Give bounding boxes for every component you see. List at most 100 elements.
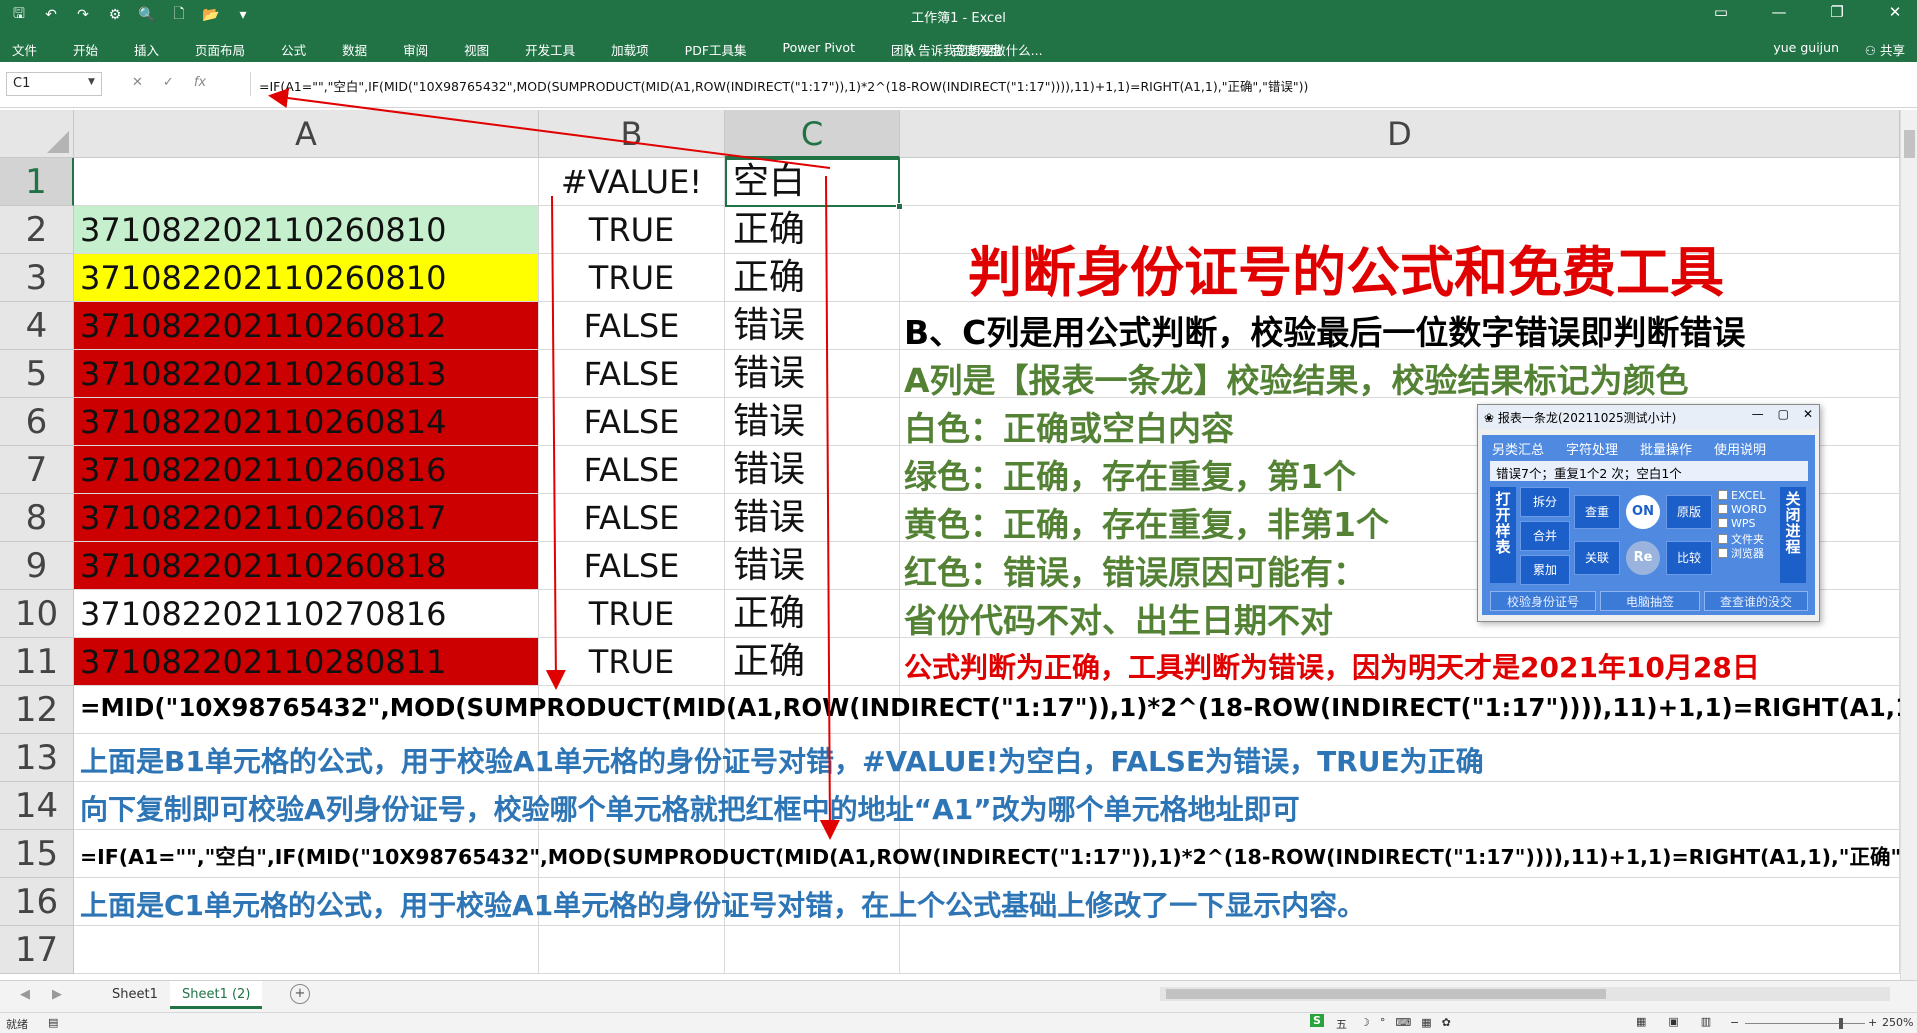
cell-b17[interactable] [539,926,725,974]
cell-a8[interactable]: 371082202110260817 [74,494,539,542]
insert-function-icon[interactable]: fx [194,75,206,90]
cell-b3[interactable]: TRUE [539,254,725,302]
cell-b2[interactable]: TRUE [539,206,725,254]
scroll-thumb[interactable] [1904,130,1915,158]
column-header-a[interactable]: A [74,110,539,158]
ime-toolbar-icons[interactable]: ☽°⌨▦✿ [1360,1016,1461,1029]
check-browser[interactable]: 浏览器 [1718,545,1764,561]
row-header-6[interactable]: 6 [0,398,74,446]
cell-c8[interactable]: 错误 [725,494,900,542]
cell-a5[interactable]: 371082202110260813 [74,350,539,398]
menu-text-processing[interactable]: 字符处理 [1566,439,1618,458]
tab-page-layout[interactable]: 页面布局 [195,40,245,59]
tell-me-search[interactable]: ♀ 告诉我您想要做什么... [905,40,1043,59]
cell-b5[interactable]: FALSE [539,350,725,398]
zoom-out-icon[interactable]: − [1730,1016,1739,1029]
cell-b11[interactable]: TRUE [539,638,725,686]
tool-minimize-icon[interactable]: — [1752,407,1764,421]
cell-a4[interactable]: 371082202110260812 [74,302,539,350]
accumulate-button[interactable]: 累加 [1520,555,1570,585]
cell-b1[interactable]: #VALUE! [539,158,725,206]
user-name[interactable]: yue guijun [1773,40,1839,55]
row-header-17[interactable]: 17 [0,926,74,974]
cell-a9[interactable]: 371082202110260818 [74,542,539,590]
cell-c2[interactable]: 正确 [725,206,900,254]
next-sheet-icon[interactable]: ▶ [52,987,62,1002]
sheet-tab-sheet1-2[interactable]: Sheet1 (2) [170,981,263,1009]
cell-c17[interactable] [725,926,900,974]
add-sheet-icon[interactable]: + [290,984,310,1004]
cell-c4[interactable]: 错误 [725,302,900,350]
cell-b7[interactable]: FALSE [539,446,725,494]
row-header-5[interactable]: 5 [0,350,74,398]
tab-review[interactable]: 审阅 [403,40,428,59]
enter-icon[interactable]: ✓ [163,75,174,90]
ime-mode[interactable]: 五 [1336,1016,1347,1032]
tab-developer[interactable]: 开发工具 [525,40,575,59]
zoom-slider[interactable] [1745,1018,1865,1029]
macro-record-icon[interactable]: ▤ [48,1016,58,1029]
cell-a17[interactable] [74,926,539,974]
share-button[interactable]: ⚇ 共享 [1865,40,1905,59]
cell-a2[interactable]: 371082202110260810 [74,206,539,254]
cell-c3[interactable]: 正确 [725,254,900,302]
formula-input[interactable]: =IF(A1="","空白",IF(MID("10X98765432",MOD(… [250,72,1900,96]
cell-b8[interactable]: FALSE [539,494,725,542]
row-header-8[interactable]: 8 [0,494,74,542]
merge-button[interactable]: 合并 [1520,521,1570,551]
cell-a6[interactable]: 371082202110260814 [74,398,539,446]
cell-a11[interactable]: 371082202110280811 [74,638,539,686]
cell-c10[interactable]: 正确 [725,590,900,638]
cell-a7[interactable]: 371082202110260816 [74,446,539,494]
cell-b9[interactable]: FALSE [539,542,725,590]
re-button[interactable]: Re [1626,541,1660,575]
row-header-9[interactable]: 9 [0,542,74,590]
menu-alt-summary[interactable]: 另类汇总 [1492,439,1544,458]
cell-d1[interactable] [900,158,1900,206]
cell-a10[interactable]: 371082202110270816 [74,590,539,638]
row-header-3[interactable]: 3 [0,254,74,302]
cell-c5[interactable]: 错误 [725,350,900,398]
cell-c6[interactable]: 错误 [725,398,900,446]
on-toggle-button[interactable]: ON [1626,495,1660,529]
horizontal-scroll-thumb[interactable] [1166,989,1606,999]
menu-batch-operations[interactable]: 批量操作 [1640,439,1692,458]
check-word[interactable]: WORD [1718,503,1767,516]
sheet-tab-sheet1[interactable]: Sheet1 [100,981,170,1009]
view-mode-icons[interactable]: ▦▣▥ [1636,1015,1733,1028]
row-header-4[interactable]: 4 [0,302,74,350]
zoom-level[interactable]: 250% [1882,1016,1913,1029]
check-wps[interactable]: WPS [1718,517,1756,530]
original-button[interactable]: 原版 [1666,495,1712,529]
split-button[interactable]: 拆分 [1520,487,1570,517]
cell-d17[interactable] [900,926,1900,974]
dedupe-button[interactable]: 查重 [1574,495,1620,529]
verify-id-button[interactable]: 校验身份证号 [1490,591,1596,611]
open-sample-button[interactable]: 打开样表 [1490,487,1516,583]
name-box-dropdown-icon[interactable]: ▼ [88,77,95,87]
row-header-16[interactable]: 16 [0,878,74,926]
tab-file[interactable]: 文件 [12,40,37,59]
relate-button[interactable]: 关联 [1574,541,1620,575]
column-header-c[interactable]: C [725,110,900,158]
cell-b4[interactable]: FALSE [539,302,725,350]
cell-c11[interactable]: 正确 [725,638,900,686]
horizontal-scrollbar[interactable] [1160,987,1890,1001]
row-header-1[interactable]: 1 [0,158,74,206]
column-header-d[interactable]: D [900,110,1900,158]
close-process-button[interactable]: 关闭进程 [1780,487,1806,583]
row-header-14[interactable]: 14 [0,782,74,830]
compare-button[interactable]: 比较 [1666,541,1712,575]
row-header-10[interactable]: 10 [0,590,74,638]
restore-icon[interactable]: ❐ [1823,3,1851,21]
tab-data[interactable]: 数据 [342,40,367,59]
tab-pdf-tools[interactable]: PDF工具集 [685,40,747,59]
minimize-icon[interactable]: — [1765,3,1793,21]
tab-power-pivot[interactable]: Power Pivot [783,40,855,59]
zoom-in-icon[interactable]: + [1868,1016,1877,1029]
prev-sheet-icon[interactable]: ◀ [20,987,30,1002]
menu-instructions[interactable]: 使用说明 [1714,439,1766,458]
check-excel[interactable]: EXCEL [1718,489,1765,502]
check-not-submitted-button[interactable]: 查查谁的没交 [1704,591,1808,611]
cancel-icon[interactable]: ✕ [132,75,143,90]
